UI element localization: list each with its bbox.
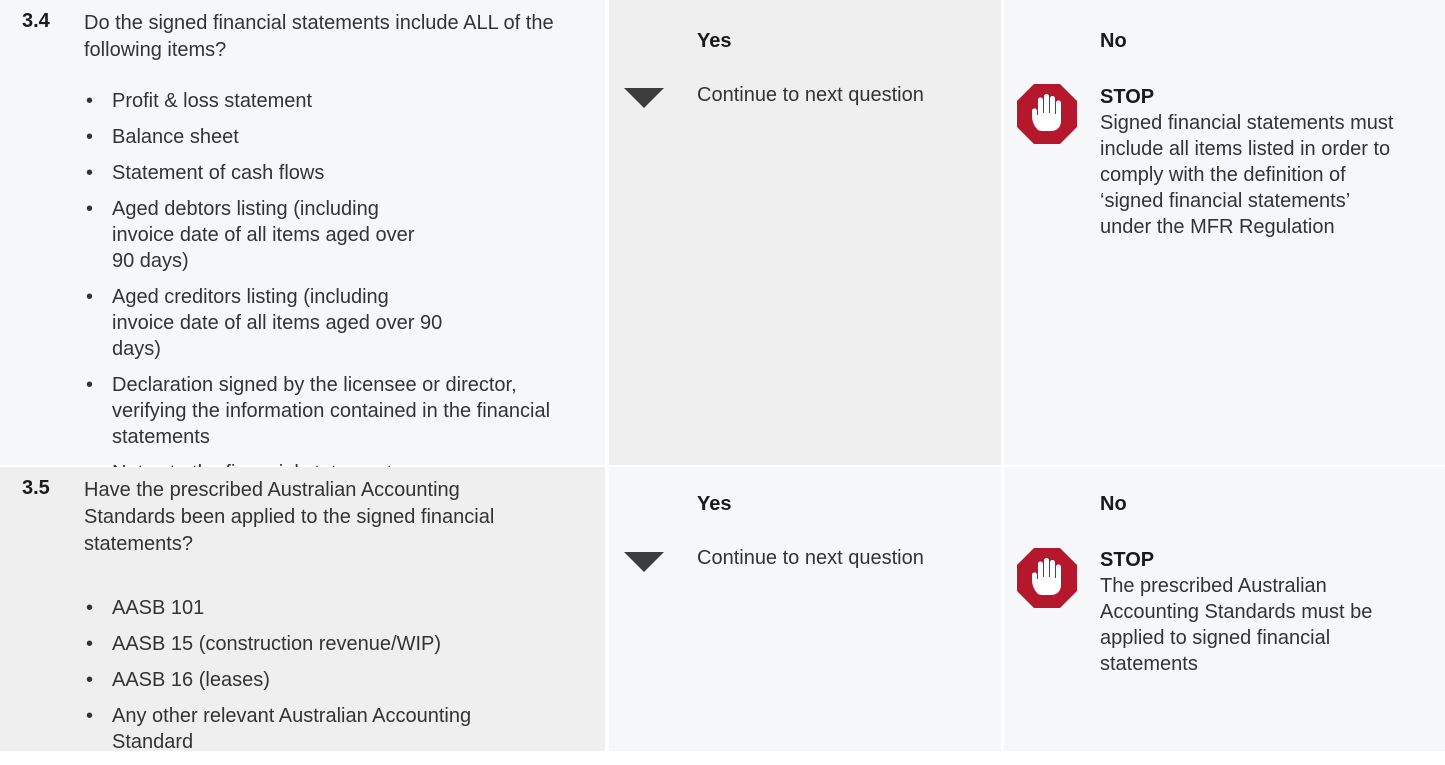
down-triangle-icon [624, 552, 664, 572]
list-item: AASB 101 [86, 595, 586, 621]
yes-label: Yes [697, 493, 732, 515]
list-item: Aged creditors listing (including invoic… [86, 284, 452, 362]
list-item: AASB 15 (construction revenue/WIP) [86, 631, 586, 657]
list-item: Any other relevant Australian Accounting… [86, 703, 542, 755]
yes-cell: Yes Continue to next question [609, 467, 1001, 751]
list-item: Balance sheet [86, 124, 586, 150]
list-item: Profit & loss statement [86, 88, 586, 114]
list-item: Aged debtors listing (including invoice … [86, 196, 442, 274]
stop-label: STOP [1100, 86, 1155, 108]
yes-cell: Yes Continue to next question [609, 0, 1001, 465]
continue-text: Continue to next question [697, 84, 924, 106]
question-number: 3.5 [22, 477, 50, 499]
question-text: Do the signed financial statements inclu… [84, 12, 554, 61]
question-row-3-4: 3.4 Do the signed financial statements i… [0, 0, 1445, 486]
question-number: 3.4 [22, 10, 50, 32]
yes-label: Yes [697, 30, 732, 52]
stop-text: The prescribed Australian Accounting Sta… [1100, 575, 1373, 675]
no-label: No [1100, 30, 1127, 52]
item-list: Profit & loss statement Balance sheet St… [86, 88, 586, 496]
question-cell: 3.4 Do the signed financial statements i… [0, 0, 605, 486]
no-cell: No STOP The prescribed Australian Accoun… [1004, 467, 1445, 751]
question-cell: 3.5 Have the prescribed Australian Accou… [0, 467, 605, 753]
down-triangle-icon [624, 88, 664, 108]
continue-text: Continue to next question [697, 547, 924, 569]
no-label: No [1100, 493, 1127, 515]
stop-hand-icon [1016, 83, 1078, 145]
question-text: Have the prescribed Australian Accountin… [84, 479, 495, 555]
stop-text: Signed financial statements must include… [1100, 112, 1394, 238]
item-list: AASB 101 AASB 15 (construction revenue/W… [86, 595, 586, 765]
question-row-3-5: 3.5 Have the prescribed Australian Accou… [0, 467, 1445, 753]
stop-label: STOP [1100, 549, 1155, 571]
no-cell: No STOP Signed financial statements must… [1004, 0, 1445, 465]
list-item: Statement of cash flows [86, 160, 586, 186]
list-item: Declaration signed by the licensee or di… [86, 372, 562, 450]
stop-hand-icon [1016, 547, 1078, 609]
list-item: AASB 16 (leases) [86, 667, 586, 693]
